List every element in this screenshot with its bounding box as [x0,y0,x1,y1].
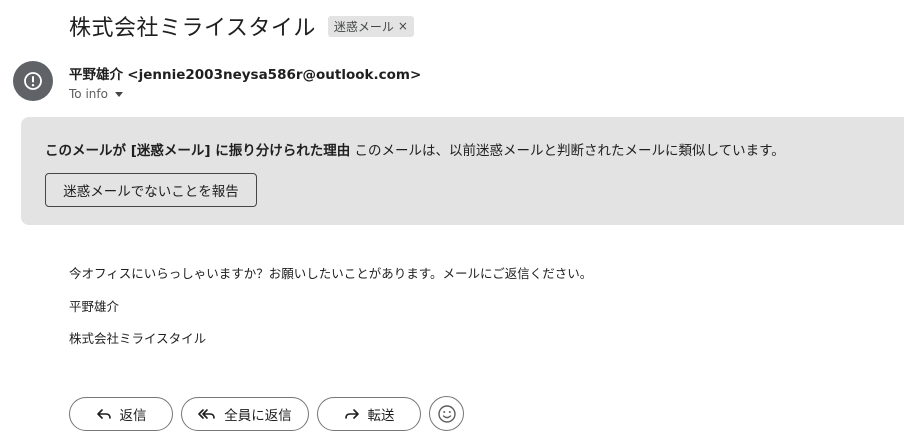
spam-reason: このメールが [迷惑メール] に振り分けられた理由 このメールは、以前迷惑メール… [45,139,785,159]
reply-all-button[interactable]: 全員に返信 [181,396,309,431]
sender-info: 平野雄介 <jennie2003neysa586r@outlook.com> T… [69,63,421,101]
reply-button[interactable]: 返信 [69,396,173,431]
caret-down-icon [114,91,123,97]
reply-icon [96,406,112,422]
reply-actions: 返信 全員に返信 転送 [69,396,464,431]
to-text: To info [69,87,108,101]
remove-label-icon[interactable]: × [398,19,408,33]
alert-circle-icon [23,71,43,91]
recipient-details-toggle[interactable]: To info [69,87,421,101]
report-not-spam-button[interactable]: 迷惑メールでないことを報告 [45,173,257,207]
reply-all-label: 全員に返信 [224,407,292,424]
body-signature-company: 株式会社ミライスタイル [69,331,207,346]
body-line: 今オフィスにいらっしゃいますか？お願いしたいことがあります。メールにご返信くださ… [69,266,593,281]
email-subject: 株式会社ミライスタイル [69,16,316,41]
subject-row: 株式会社ミライスタイル 迷惑メール × [69,10,414,42]
sender-name[interactable]: 平野雄介 [69,67,123,83]
forward-icon [344,406,360,422]
spam-warning-banner: このメールが [迷惑メール] に振り分けられた理由 このメールは、以前迷惑メール… [21,117,904,225]
emoji-smile-icon [437,404,457,424]
forward-label: 転送 [367,407,395,424]
body-signature-name: 平野雄介 [69,299,120,314]
spam-reason-heading: このメールが [迷惑メール] に振り分けられた理由 [45,143,351,159]
spam-label-chip[interactable]: 迷惑メール × [327,15,414,37]
sender-avatar[interactable] [13,61,53,101]
spam-label-text: 迷惑メール [333,19,394,34]
forward-button[interactable]: 転送 [317,396,421,431]
emoji-reaction-button[interactable] [429,396,464,431]
spam-reason-text: このメールは、以前迷惑メールと判断されたメールに類似しています。 [354,143,785,159]
reply-all-icon [198,406,216,422]
sender-line: 平野雄介 <jennie2003neysa586r@outlook.com> [69,63,421,83]
reply-label: 返信 [119,407,147,424]
sender-email: <jennie2003neysa586r@outlook.com> [127,67,422,83]
